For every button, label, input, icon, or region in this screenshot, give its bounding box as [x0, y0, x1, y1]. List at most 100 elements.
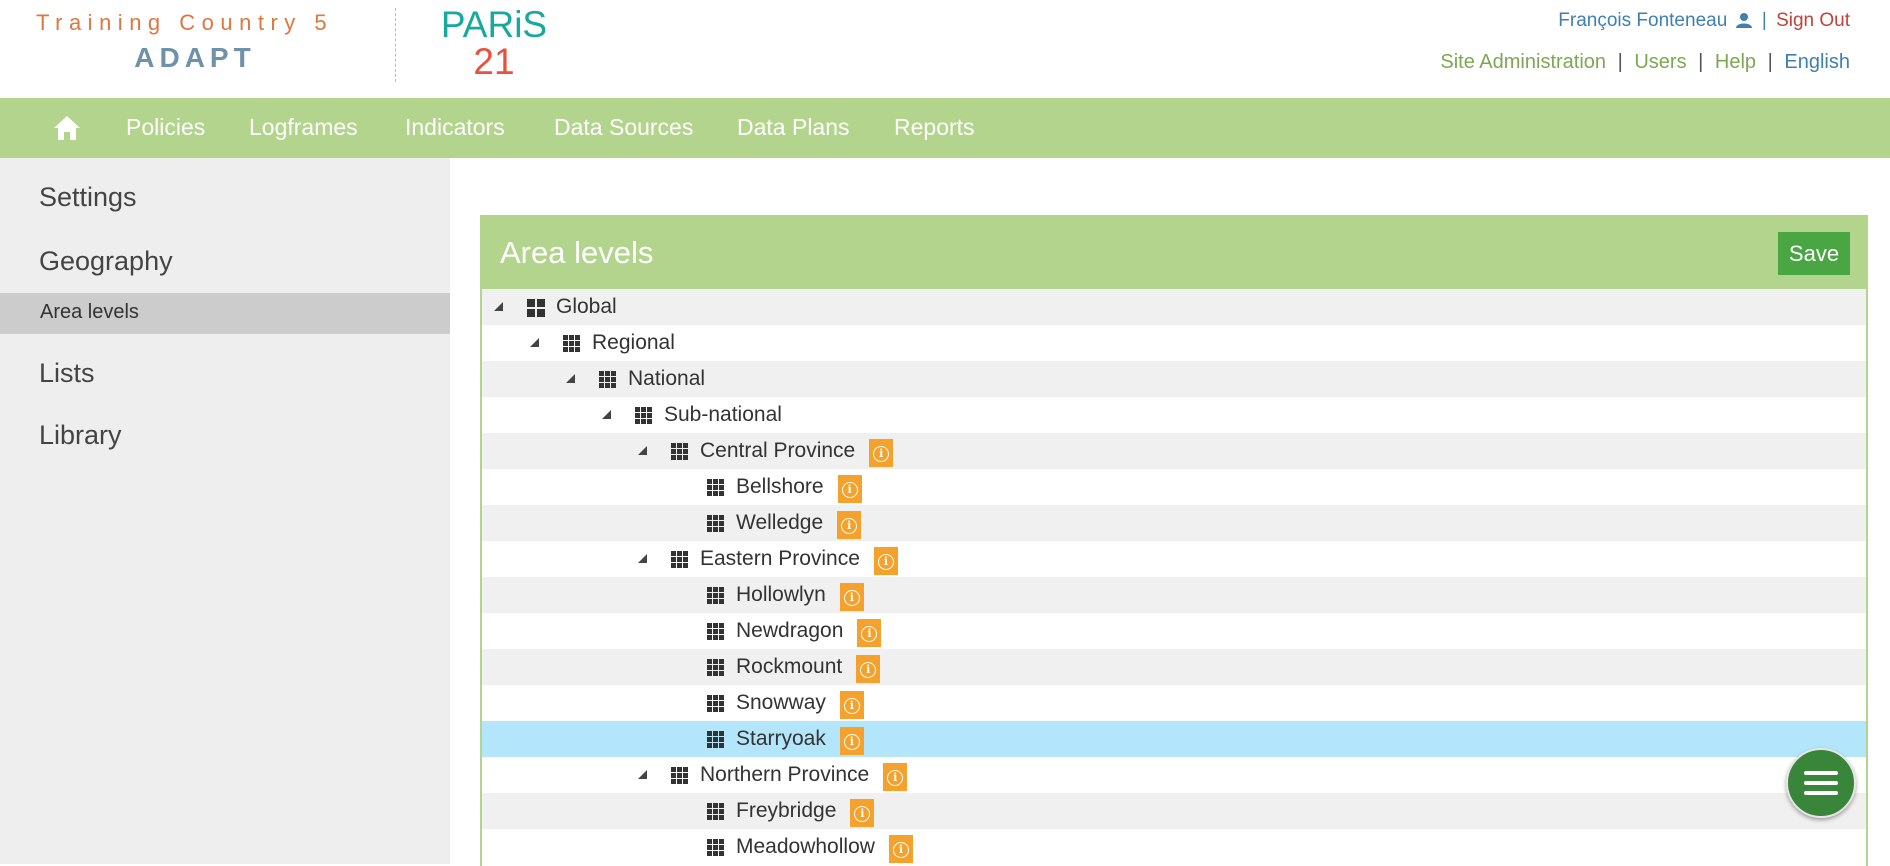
tree-row[interactable]: Meadowhollow i	[482, 829, 1866, 865]
separator: |	[1767, 51, 1773, 73]
tree-node-label[interactable]: Starryoak	[736, 727, 826, 751]
info-icon[interactable]: i	[839, 691, 864, 719]
grid-icon	[671, 443, 689, 461]
expand-toggle-icon[interactable]	[638, 446, 647, 455]
tree-node-label[interactable]: Regional	[592, 331, 675, 355]
save-button[interactable]: Save	[1778, 232, 1850, 275]
grid-icon	[563, 335, 581, 353]
tree-row[interactable]: Northern Province i	[482, 757, 1866, 793]
info-icon[interactable]: i	[850, 799, 875, 827]
info-icon[interactable]: i	[888, 835, 913, 863]
users-link[interactable]: Users	[1634, 51, 1686, 73]
grid-icon	[707, 479, 725, 497]
info-icon[interactable]: i	[857, 619, 882, 647]
tree-node-label[interactable]: Eastern Province	[700, 547, 860, 571]
tree-row[interactable]: Welledge i	[482, 505, 1866, 541]
tree-node-label[interactable]: National	[628, 367, 705, 391]
help-link[interactable]: Help	[1715, 51, 1756, 73]
sidebar-item-lists[interactable]: Lists	[39, 358, 95, 389]
tree-node-label[interactable]: Global	[556, 295, 617, 319]
area-levels-panel: Area levels Save Global Regional National S…	[480, 215, 1868, 866]
tree-node-label[interactable]: Newdragon	[736, 619, 843, 643]
tree-row[interactable]: National	[482, 361, 1866, 397]
tree-node-label[interactable]: Bellshore	[736, 475, 824, 499]
sidebar-item-area-levels[interactable]: Area levels	[0, 293, 450, 334]
nav-data-sources[interactable]: Data Sources	[554, 114, 693, 141]
tree-node-label[interactable]: Rockmount	[736, 655, 842, 679]
grid-icon	[527, 299, 545, 317]
grid-icon	[707, 839, 725, 857]
grid-icon	[707, 803, 725, 821]
info-icon[interactable]: i	[869, 439, 894, 467]
language-link[interactable]: English	[1784, 51, 1850, 73]
tree-row[interactable]: Central Province i	[482, 433, 1866, 469]
tree-node-label[interactable]: Hollowlyn	[736, 583, 826, 607]
tree-row[interactable]: Hollowlyn i	[482, 577, 1866, 613]
nav-indicators[interactable]: Indicators	[405, 114, 505, 141]
user-bar: François Fonteneau | Sign Out	[1558, 10, 1850, 32]
grid-icon	[599, 371, 617, 389]
sidebar-item-label: Area levels	[40, 301, 139, 323]
tree-row[interactable]: Freybridge i	[482, 793, 1866, 829]
tree-row[interactable]: Starryoak i	[482, 721, 1866, 757]
hamburger-menu-icon[interactable]	[1786, 748, 1856, 818]
info-icon[interactable]: i	[883, 763, 908, 791]
header: Training Country 5 ADAPT PARiS 21 Franço…	[0, 0, 1890, 98]
tree-row[interactable]: Global	[482, 289, 1866, 325]
tree-node-label[interactable]: Welledge	[736, 511, 823, 535]
tree-row[interactable]: Sub-national	[482, 397, 1866, 433]
area-level-tree: Global Regional National Sub-national Centra…	[482, 289, 1866, 865]
tree-node-label[interactable]: Snowway	[736, 691, 826, 715]
expand-toggle-icon[interactable]	[638, 554, 647, 563]
tree-row[interactable]: Bellshore i	[482, 469, 1866, 505]
tree-node-label[interactable]: Northern Province	[700, 763, 869, 787]
info-icon[interactable]: i	[837, 475, 862, 503]
paris21-logo-top: PARiS	[440, 4, 548, 45]
panel-header: Area levels Save	[482, 217, 1866, 289]
nav-logframes[interactable]: Logframes	[249, 114, 358, 141]
expand-toggle-icon[interactable]	[566, 374, 575, 383]
tree-row[interactable]: Eastern Province i	[482, 541, 1866, 577]
product-name: ADAPT	[134, 42, 256, 73]
tree-node-label[interactable]: Sub-national	[664, 403, 782, 427]
menu-bar	[1804, 791, 1838, 795]
info-icon[interactable]: i	[839, 583, 864, 611]
user-name-link[interactable]: François Fonteneau	[1558, 10, 1727, 31]
nav-data-plans[interactable]: Data Plans	[737, 114, 850, 141]
tree-node-label[interactable]: Central Province	[700, 439, 855, 463]
expand-toggle-icon[interactable]	[530, 338, 539, 347]
sidebar-item-settings[interactable]: Settings	[39, 182, 137, 213]
info-icon[interactable]: i	[837, 511, 862, 539]
site-administration-link[interactable]: Site Administration	[1440, 51, 1606, 73]
brand-divider	[395, 8, 396, 82]
tree-row[interactable]: Regional	[482, 325, 1866, 361]
info-icon[interactable]: i	[873, 547, 898, 575]
tree-row[interactable]: Newdragon i	[482, 613, 1866, 649]
tree-node-label[interactable]: Freybridge	[736, 799, 836, 823]
expand-toggle-icon[interactable]	[602, 410, 611, 419]
grid-icon	[635, 407, 653, 425]
grid-icon	[707, 695, 725, 713]
sidebar-item-geography[interactable]: Geography	[39, 246, 173, 277]
tree-row[interactable]: Snowway i	[482, 685, 1866, 721]
home-icon[interactable]	[53, 115, 81, 141]
paris21-logo[interactable]: PARiS 21	[434, 6, 554, 86]
expand-toggle-icon[interactable]	[638, 770, 647, 779]
separator: |	[1761, 10, 1767, 31]
grid-icon	[707, 515, 725, 533]
menu-bar	[1804, 771, 1838, 775]
user-icon[interactable]	[1735, 12, 1753, 28]
info-icon[interactable]: i	[839, 727, 864, 755]
sidebar-item-library[interactable]: Library	[39, 420, 122, 451]
expand-toggle-icon[interactable]	[494, 302, 503, 311]
tree-row[interactable]: Rockmount i	[482, 649, 1866, 685]
grid-icon	[707, 731, 725, 749]
sign-out-link[interactable]: Sign Out	[1776, 10, 1850, 31]
nav-policies[interactable]: Policies	[126, 114, 205, 141]
info-icon[interactable]: i	[856, 655, 881, 683]
menu-bar	[1804, 781, 1838, 785]
sidebar: Settings Geography Area levels Lists Lib…	[0, 158, 450, 864]
tree-node-label[interactable]: Meadowhollow	[736, 835, 875, 859]
nav-reports[interactable]: Reports	[894, 114, 975, 141]
separator: |	[1698, 51, 1704, 73]
